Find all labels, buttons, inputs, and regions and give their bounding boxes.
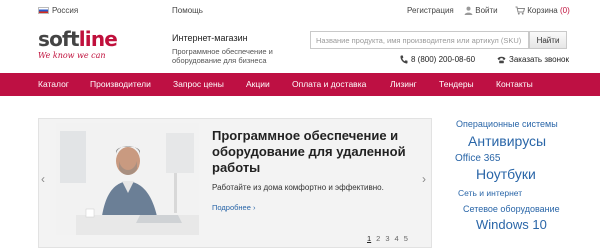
carousel-prev-arrow[interactable]: ‹	[41, 172, 45, 186]
search-button[interactable]: Найти	[529, 31, 567, 49]
banner-more-link[interactable]: Подробнее ›	[212, 203, 255, 212]
phone-icon	[400, 55, 411, 64]
shop-title: Интернет-магазин	[172, 33, 248, 43]
handset-icon	[497, 55, 509, 64]
help-link[interactable]: Помощь	[172, 6, 203, 15]
pager-item[interactable]: 5	[404, 234, 408, 243]
logo-tagline: We know we can	[38, 51, 106, 60]
banner-photo	[56, 123, 199, 235]
callback-label: Заказать звонок	[509, 55, 569, 64]
phone-label: 8 (800) 200-08-60	[411, 55, 476, 64]
region-label: Россия	[52, 6, 79, 15]
cart-count-badge: (0)	[559, 6, 570, 15]
tag-laptops[interactable]: Ноутбуки	[476, 166, 536, 182]
pager-item[interactable]: 3	[385, 234, 389, 243]
nav-item-leasing[interactable]: Лизинг	[390, 73, 417, 96]
banner-title: Программное обеспечение и оборудование д…	[212, 128, 406, 175]
softline-logo[interactable]: softline We know we can	[38, 27, 148, 67]
pager-item[interactable]: 2	[376, 234, 380, 243]
tag-office365[interactable]: Office 365	[455, 153, 500, 164]
nav-item-contacts[interactable]: Контакты	[496, 73, 533, 96]
tag-windows10[interactable]: Windows 10	[476, 217, 547, 232]
nav-item-vendors[interactable]: Производители	[90, 73, 151, 96]
cart-label: Корзина	[527, 6, 558, 15]
main-nav: Каталог Производители Запрос цены Акции …	[0, 73, 600, 96]
nav-item-payment-delivery[interactable]: Оплата и доставка	[292, 73, 366, 96]
tag-antivirus[interactable]: Антивирусы	[468, 133, 546, 149]
pager-item[interactable]: 4	[395, 234, 399, 243]
callback-link[interactable]: Заказать звонок	[497, 55, 569, 64]
search-input[interactable]	[310, 31, 529, 49]
phone-number: 8 (800) 200-08-60	[400, 55, 475, 64]
nav-item-promotions[interactable]: Акции	[246, 73, 270, 96]
tag-network-internet[interactable]: Сеть и интернет	[458, 188, 522, 198]
cart-icon	[515, 6, 526, 15]
login-link[interactable]: Войти	[464, 6, 498, 15]
nav-item-catalog[interactable]: Каталог	[38, 73, 69, 96]
region-selector[interactable]: Россия	[38, 6, 78, 15]
top-utility-bar: Россия Помощь Регистрация Войти Корзина …	[0, 0, 600, 24]
login-label: Войти	[475, 6, 498, 15]
logo-wordmark: softline	[38, 27, 118, 51]
russia-flag-icon	[38, 7, 49, 14]
tag-network-equipment[interactable]: Сетевое оборудование	[463, 204, 560, 214]
carousel-next-arrow[interactable]: ›	[422, 172, 426, 186]
pager-item[interactable]: 1	[367, 234, 371, 243]
banner-text: Работайте из дома комфортно и эффективно…	[212, 183, 384, 192]
register-link[interactable]: Регистрация	[407, 6, 454, 15]
carousel-pager: 12345	[367, 234, 413, 243]
nav-item-price-request[interactable]: Запрос цены	[173, 73, 224, 96]
tag-os[interactable]: Операционные системы	[456, 119, 558, 129]
nav-item-tenders[interactable]: Тендеры	[439, 73, 474, 96]
user-icon	[464, 6, 473, 15]
shop-subtitle: Программное обеспечение и оборудование д…	[172, 47, 273, 65]
cart-link[interactable]: Корзина (0)	[515, 6, 570, 15]
